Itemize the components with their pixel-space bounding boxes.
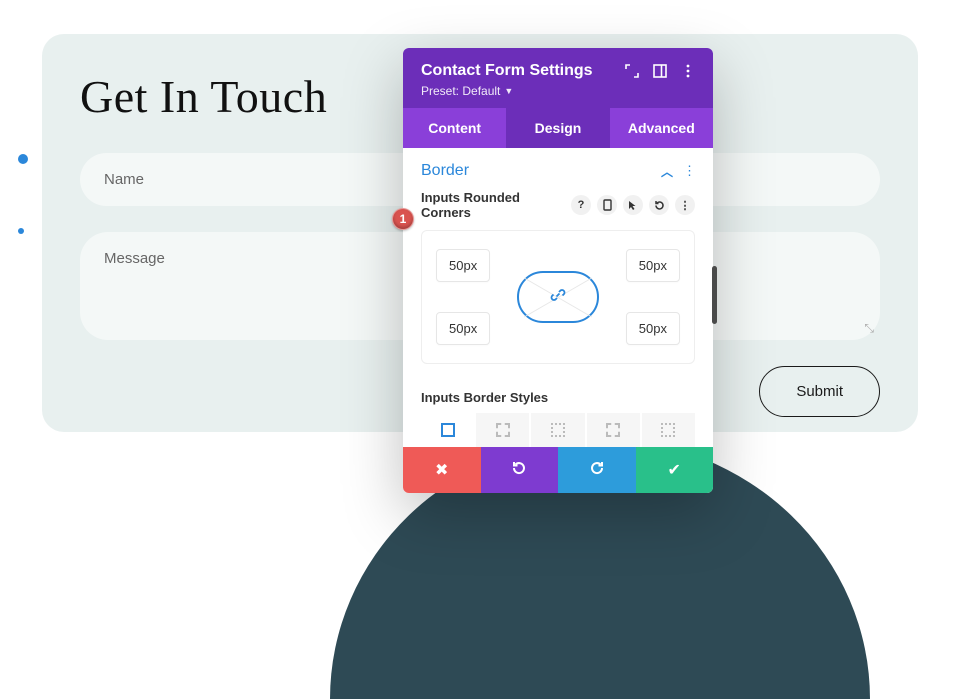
annotation-number: 1 (400, 212, 407, 226)
close-icon: ✖ (435, 460, 448, 480)
decorative-dot-icon (18, 228, 24, 234)
link-corners-toggle[interactable] (517, 271, 599, 323)
corner-top-left-input[interactable]: 50px (436, 249, 490, 282)
more-icon[interactable] (681, 64, 695, 78)
undo-icon (510, 459, 528, 482)
cancel-button[interactable]: ✖ (403, 447, 481, 493)
modal-header: Contact Form Settings Preset: Default ▼ (403, 48, 713, 108)
section-title: Border (421, 162, 469, 180)
corners-panel: 50px 50px 50px 50px (421, 230, 695, 364)
border-style-solid[interactable] (421, 413, 474, 447)
resize-handle-icon[interactable]: ⤡ (864, 321, 874, 336)
layout-icon[interactable] (653, 64, 667, 78)
corner-bottom-right-input[interactable]: 50px (626, 312, 680, 345)
expand-icon[interactable] (625, 64, 639, 78)
message-placeholder: Message (104, 250, 165, 267)
help-icon[interactable]: ? (571, 195, 591, 215)
border-style-dotted[interactable] (531, 413, 584, 447)
preset-selector[interactable]: Preset: Default ▼ (421, 84, 593, 98)
settings-modal: Contact Form Settings Preset: Default ▼ … (403, 48, 713, 493)
border-styles-label: Inputs Border Styles (403, 390, 713, 413)
tab-content[interactable]: Content (403, 108, 506, 148)
more-icon[interactable]: ⋮ (675, 195, 695, 215)
link-icon (550, 287, 566, 308)
redo-button[interactable] (558, 447, 636, 493)
corner-top-right-input[interactable]: 50px (626, 249, 680, 282)
modal-footer: ✖ ✔ (403, 447, 713, 493)
hover-icon[interactable] (623, 195, 643, 215)
phone-icon[interactable] (597, 195, 617, 215)
submit-label: Submit (796, 383, 843, 400)
scrollbar[interactable] (712, 266, 717, 324)
modal-title: Contact Form Settings (421, 62, 593, 80)
border-style-dashed-alt[interactable] (587, 413, 640, 447)
tab-advanced[interactable]: Advanced (610, 108, 713, 148)
reset-icon[interactable] (649, 195, 669, 215)
undo-button[interactable] (481, 447, 559, 493)
preset-label: Preset: Default (421, 84, 500, 98)
tab-design[interactable]: Design (506, 108, 609, 148)
redo-icon (588, 459, 606, 482)
more-icon[interactable]: ⋮ (683, 168, 695, 174)
rounded-corners-label: Inputs Rounded Corners (421, 190, 563, 220)
rounded-corners-option: Inputs Rounded Corners ? ⋮ 50px 50px (403, 190, 713, 390)
border-styles-row (403, 413, 713, 447)
submit-button[interactable]: Submit (759, 366, 880, 417)
border-style-dotted-alt[interactable] (642, 413, 695, 447)
border-style-dashed[interactable] (476, 413, 529, 447)
annotation-marker: 1 (392, 208, 414, 230)
name-placeholder: Name (104, 171, 144, 188)
check-icon: ✔ (668, 460, 681, 480)
section-header: Border ︿ ⋮ (403, 148, 713, 190)
decorative-dot-icon (18, 154, 28, 164)
corner-bottom-left-input[interactable]: 50px (436, 312, 490, 345)
collapse-icon[interactable]: ︿ (661, 163, 673, 180)
caret-down-icon: ▼ (504, 86, 513, 96)
modal-tabs: Content Design Advanced (403, 108, 713, 148)
confirm-button[interactable]: ✔ (636, 447, 714, 493)
